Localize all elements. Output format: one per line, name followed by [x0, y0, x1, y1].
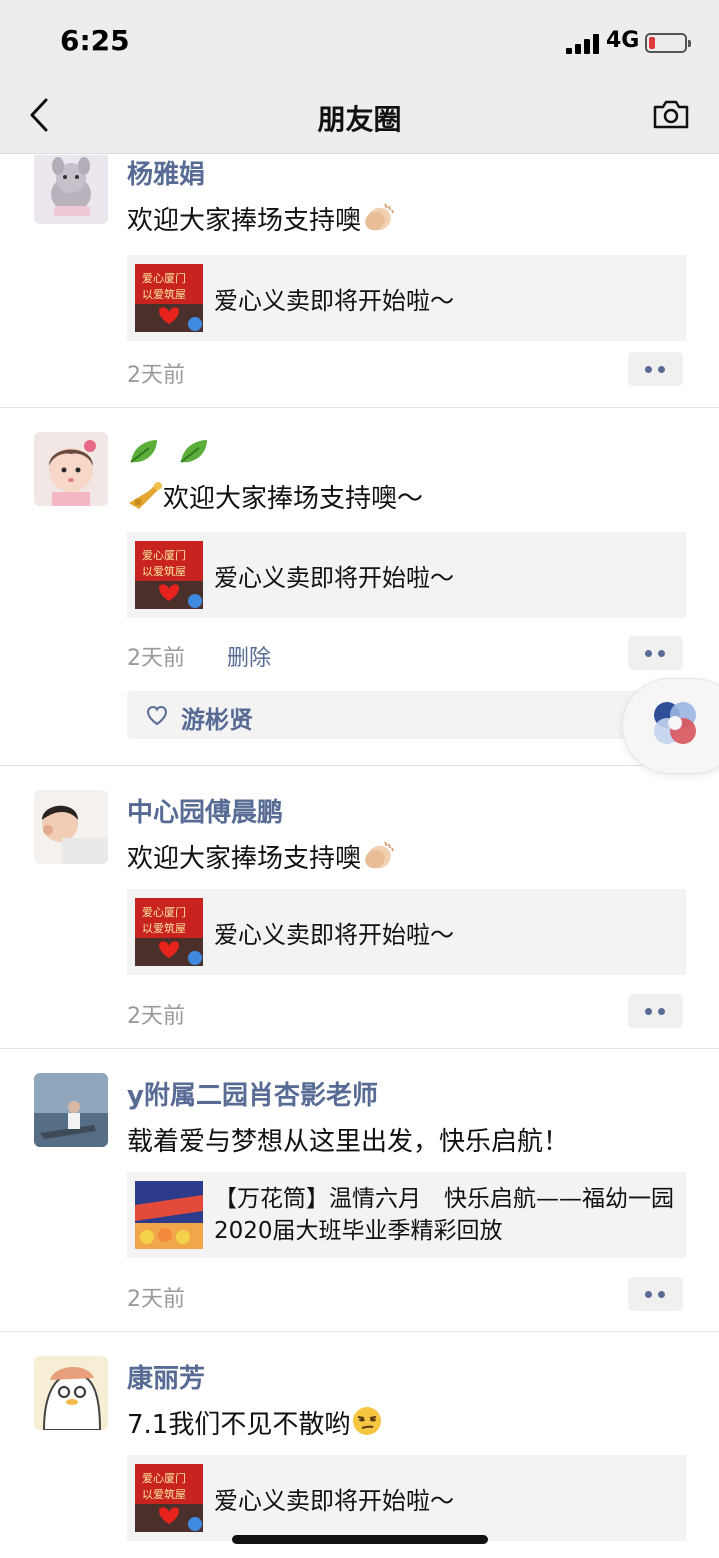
home-indicator — [232, 1535, 488, 1544]
post-text-content: 欢迎大家捧场支持噢 — [127, 206, 362, 236]
post: y附属二园肖杏影老师 载着爱与梦想从这里出发，快乐启航！ 【万花筒】温情六月 快… — [0, 1049, 719, 1332]
delete-link[interactable]: 删除 — [227, 640, 271, 672]
card-thumbnail: 爱心厦门 以爱筑屋 — [135, 898, 203, 966]
post-text: 7.1我们不见不散哟 — [127, 1404, 384, 1444]
post-text: 欢迎大家捧场支持噢 — [127, 838, 395, 878]
smirk-emoji — [350, 1405, 384, 1444]
more-options-button[interactable] — [628, 636, 683, 670]
card-thumbnail — [135, 1181, 203, 1249]
post: 欢迎大家捧场支持噢～ 爱心厦门 以爱筑屋 爱心义卖即将开始啦～ 2天前 删除 游… — [0, 408, 719, 765]
svg-text:以爱筑屋: 以爱筑屋 — [142, 1487, 186, 1501]
clapping-hands-emoji — [361, 839, 395, 878]
post: 中心园傅晨鹏 欢迎大家捧场支持噢 爱心厦门 以爱筑屋 爱心义卖即将开始啦～ 2天… — [0, 766, 719, 1049]
svg-text:以爱筑屋: 以爱筑屋 — [142, 564, 186, 578]
card-title: 爱心义卖即将开始啦～ — [214, 563, 454, 592]
avatar[interactable] — [34, 790, 108, 864]
card-thumbnail: 爱心厦门 以爱筑屋 — [135, 1464, 203, 1532]
post: 康丽芳 7.1我们不见不散哟 爱心厦门 以爱筑屋 爱心义卖即将开始啦～ — [0, 1332, 719, 1558]
status-time: 6:25 — [60, 24, 130, 57]
link-card[interactable]: 爱心厦门 以爱筑屋 爱心义卖即将开始啦～ — [127, 1455, 686, 1541]
avatar[interactable] — [34, 1073, 108, 1147]
signal-icon — [566, 34, 602, 54]
post-time: 2天前 — [127, 1287, 185, 1312]
svg-text:爱心厦门: 爱心厦门 — [142, 905, 186, 919]
trumpet-emoji — [127, 479, 163, 518]
page-title: 朋友圈 — [317, 103, 402, 136]
post-text: 欢迎大家捧场支持噢～ — [127, 478, 423, 518]
link-card[interactable]: 爱心厦门 以爱筑屋 爱心义卖即将开始啦～ — [127, 255, 686, 341]
leaf-emoji — [177, 436, 211, 475]
moments-feed[interactable]: 杨雅娟 欢迎大家捧场支持噢 爱心厦门 以爱筑屋 爱心义卖即将开始啦～ 2天前 欢… — [0, 155, 719, 1558]
floating-window-button[interactable] — [622, 678, 719, 774]
card-title: 【万花筒】温情六月 快乐启航——福幼一园2020届大班毕业季精彩回放 — [214, 1186, 674, 1244]
battery-icon — [645, 33, 691, 53]
post-time: 2天前 — [127, 363, 185, 388]
post-text-content: 载着爱与梦想从这里出发，快乐启航！ — [127, 1127, 570, 1157]
card-title: 爱心义卖即将开始啦～ — [214, 920, 454, 949]
author-name[interactable]: 中心园傅晨鹏 — [127, 792, 283, 829]
card-thumbnail: 爱心厦门 以爱筑屋 — [135, 541, 203, 609]
nav-bar: 朋友圈 — [0, 78, 719, 154]
link-card[interactable]: 【万花筒】温情六月 快乐启航——福幼一园2020届大班毕业季精彩回放 — [127, 1172, 686, 1258]
post-text: 欢迎大家捧场支持噢 — [127, 200, 395, 240]
author-name[interactable]: 康丽芳 — [127, 1358, 205, 1395]
more-options-button[interactable] — [628, 994, 683, 1028]
card-title: 爱心义卖即将开始啦～ — [214, 286, 454, 315]
author-name[interactable]: y附属二园肖杏影老师 — [127, 1075, 378, 1112]
more-options-button[interactable] — [628, 352, 683, 386]
post-time: 2天前 — [127, 1004, 185, 1029]
svg-text:爱心厦门: 爱心厦门 — [142, 1471, 186, 1485]
svg-text:以爱筑屋: 以爱筑屋 — [142, 287, 186, 301]
network-type: 4G — [606, 28, 640, 53]
floating-window-icon — [654, 702, 696, 744]
post-text-content: 7.1我们不见不散哟 — [127, 1410, 351, 1440]
post-text-content: 欢迎大家捧场支持噢～ — [163, 484, 424, 514]
emoji-line — [127, 436, 211, 470]
leaf-emoji — [127, 436, 161, 475]
camera-button[interactable] — [652, 98, 690, 130]
svg-text:爱心厦门: 爱心厦门 — [142, 548, 186, 562]
author-name[interactable]: 杨雅娟 — [127, 155, 205, 191]
avatar[interactable] — [34, 1356, 108, 1430]
post-text-content: 欢迎大家捧场支持噢 — [127, 844, 362, 874]
post-time: 2天前 — [127, 646, 185, 671]
svg-text:爱心厦门: 爱心厦门 — [142, 271, 186, 285]
more-options-button[interactable] — [628, 1277, 683, 1311]
svg-text:以爱筑屋: 以爱筑屋 — [142, 921, 186, 935]
heart-icon — [146, 705, 168, 726]
post-text: 载着爱与梦想从这里出发，快乐启航！ — [127, 1121, 569, 1158]
link-card[interactable]: 爱心厦门 以爱筑屋 爱心义卖即将开始啦～ — [127, 532, 686, 618]
clapping-hands-emoji — [361, 201, 395, 240]
card-thumbnail: 爱心厦门 以爱筑屋 — [135, 264, 203, 332]
camera-icon — [653, 100, 689, 129]
status-bar: 6:25 4G — [0, 0, 719, 78]
card-title: 爱心义卖即将开始啦～ — [214, 1486, 454, 1515]
avatar[interactable] — [34, 432, 108, 506]
likes-box: 游彬贤 — [127, 691, 686, 739]
post: 杨雅娟 欢迎大家捧场支持噢 爱心厦门 以爱筑屋 爱心义卖即将开始啦～ 2天前 — [0, 155, 719, 408]
liker-name[interactable]: 游彬贤 — [181, 700, 253, 735]
link-card[interactable]: 爱心厦门 以爱筑屋 爱心义卖即将开始啦～ — [127, 889, 686, 975]
avatar[interactable] — [34, 155, 108, 224]
